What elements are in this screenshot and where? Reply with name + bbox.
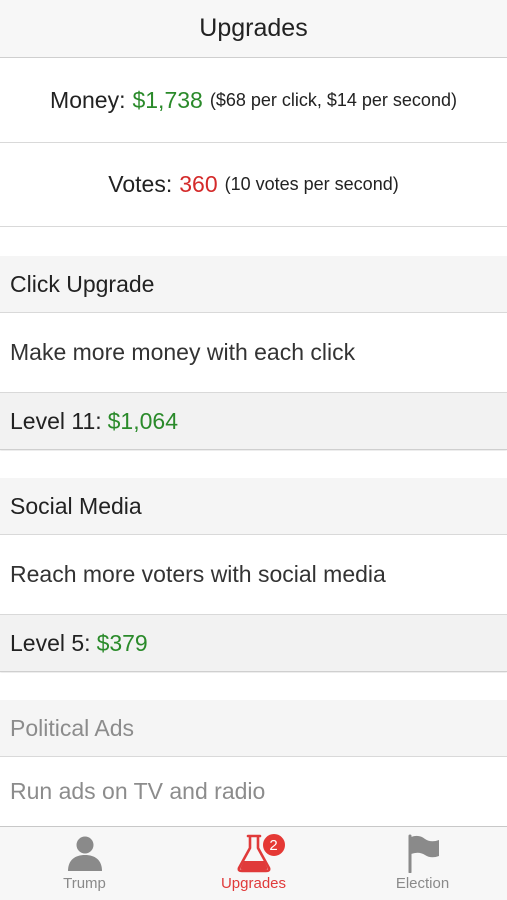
upgrade-description-political-ads: Run ads on TV and radio <box>0 757 507 826</box>
votes-rate-note: (10 votes per second) <box>224 174 399 194</box>
upgrade-level-label: Level 11: <box>10 407 102 434</box>
upgrade-cost: $379 <box>96 629 148 656</box>
upgrade-description-social-media: Reach more voters with social media <box>0 535 507 615</box>
flag-icon <box>408 834 439 873</box>
tab-label-upgrades: Upgrades <box>220 875 287 892</box>
upgrade-cost: $1,064 <box>107 407 178 434</box>
nav-bar: Upgrades <box>0 0 507 58</box>
tab-label-trump: Trump <box>63 875 106 892</box>
upgrade-title-political-ads: Political Ads <box>0 700 507 757</box>
votes-value: 360 <box>179 171 218 197</box>
section-spacer <box>0 673 507 700</box>
upgrade-buy-button-click[interactable]: Level 11: $1,064 <box>0 393 507 450</box>
tab-label-election: Election <box>395 875 450 892</box>
upgrade-title-click: Click Upgrade <box>0 256 507 313</box>
tab-trump[interactable]: Trump <box>0 827 169 900</box>
money-stat-row: Money: $1,738 ($68 per click, $14 per se… <box>0 59 507 143</box>
upgrade-buy-button-social-media[interactable]: Level 5: $379 <box>0 615 507 672</box>
upgrade-level-label: Level 5: <box>10 629 91 656</box>
upgrade-title-social-media: Social Media <box>0 478 507 535</box>
votes-label: Votes: <box>108 171 173 197</box>
page-title: Upgrades <box>199 14 308 42</box>
tab-upgrades[interactable]: 2 Upgrades <box>169 827 338 900</box>
money-label: Money: <box>50 87 126 113</box>
money-rate-note: ($68 per click, $14 per second) <box>209 90 457 110</box>
section-spacer <box>0 451 507 478</box>
section-spacer <box>0 228 507 256</box>
upgrade-description-click: Make more money with each click <box>0 313 507 393</box>
person-icon <box>67 836 102 871</box>
money-value: $1,738 <box>132 87 203 113</box>
tab-election[interactable]: Election <box>338 827 507 900</box>
tab-bar: Trump 2 Upgrades Election <box>0 826 507 900</box>
notification-badge: 2 <box>260 832 287 858</box>
votes-stat-row: Votes: 360 (10 votes per second) <box>0 143 507 227</box>
